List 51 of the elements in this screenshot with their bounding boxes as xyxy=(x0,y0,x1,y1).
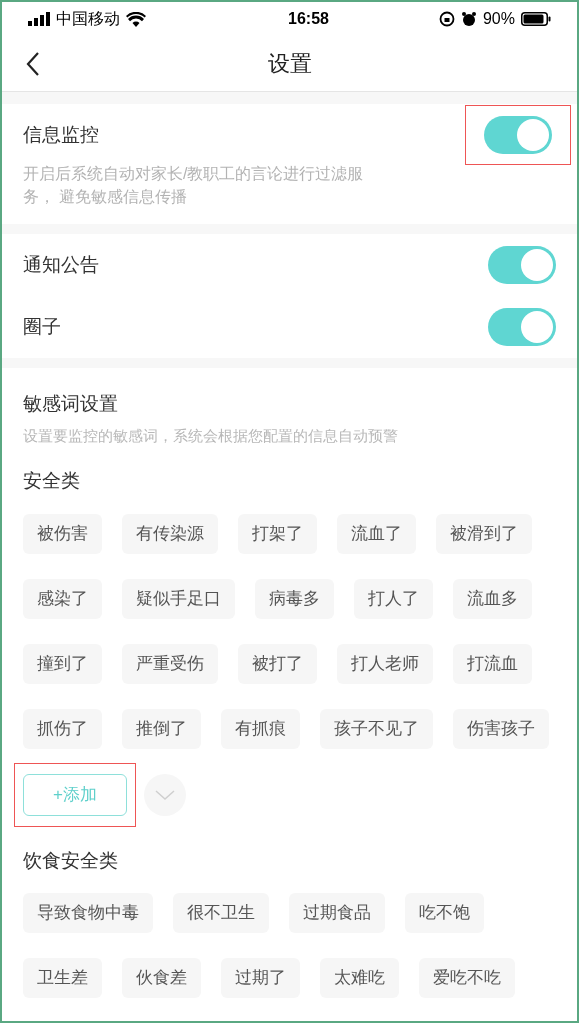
keyword-tag[interactable]: 流血了 xyxy=(337,513,416,554)
setting-label: 通知公告 xyxy=(23,252,99,277)
clock-time: 16:58 xyxy=(288,9,329,29)
keyword-tag[interactable]: 导致食物中毒 xyxy=(23,893,153,933)
keyword-tag[interactable]: 太难吃 xyxy=(320,958,399,998)
rotation-lock-icon xyxy=(438,11,455,27)
keyword-tag[interactable]: 严重受伤 xyxy=(122,643,218,684)
keyword-tag[interactable]: 被伤害 xyxy=(23,513,102,554)
setting-label: 圈子 xyxy=(23,314,61,339)
toggle-switch[interactable] xyxy=(488,246,556,284)
keyword-tag[interactable]: 打流血 xyxy=(453,643,532,684)
keyword-tag[interactable]: 过期食品 xyxy=(289,893,385,933)
keyword-tag[interactable]: 流血多 xyxy=(453,578,532,619)
keyword-tag[interactable]: 很不卫生 xyxy=(173,893,269,933)
keyword-tag[interactable]: 过期了 xyxy=(221,958,300,998)
expand-chevron-icon[interactable] xyxy=(144,773,186,816)
keyword-tag[interactable]: 抓伤了 xyxy=(23,708,102,749)
section-description: 设置要监控的敏感词，系统会根据您配置的信息自动预警 xyxy=(23,425,399,446)
keyword-tag[interactable]: 吃不饱 xyxy=(405,893,484,933)
keyword-tag[interactable]: 有抓痕 xyxy=(221,708,300,749)
keyword-tag[interactable]: 伙食差 xyxy=(122,958,201,998)
toggle-switch[interactable] xyxy=(484,116,552,154)
back-icon[interactable] xyxy=(26,50,40,77)
keyword-tag[interactable]: 打人了 xyxy=(354,578,433,619)
alarm-icon xyxy=(460,11,477,27)
keyword-tag[interactable]: 卫生差 xyxy=(23,958,102,998)
category-title: 饮食安全类 xyxy=(23,848,119,873)
category-title: 安全类 xyxy=(23,469,81,493)
keyword-tag[interactable]: 推倒了 xyxy=(122,708,201,749)
setting-description: 开启后系统自动对家长/教职工的言论进行过滤服务， 避免敏感信息传播 xyxy=(23,164,365,207)
keyword-tag[interactable]: 感染了 xyxy=(23,578,102,619)
keyword-tag[interactable]: 孩子不见了 xyxy=(320,708,433,749)
battery-icon xyxy=(521,12,551,26)
keyword-tag[interactable]: 疑似手足口 xyxy=(122,578,235,619)
keyword-tag[interactable]: 有传染源 xyxy=(122,513,218,554)
signal-icon xyxy=(28,12,50,26)
keyword-tag[interactable]: 爱吃不吃 xyxy=(419,958,515,998)
page-title: 设置 xyxy=(267,50,312,78)
toggle-switch[interactable] xyxy=(488,308,556,346)
keyword-tag[interactable]: 打架了 xyxy=(238,513,317,554)
carrier-name: 中国移动 xyxy=(56,9,120,29)
keyword-tag[interactable]: 打人老师 xyxy=(337,643,433,684)
keyword-tag[interactable]: 伤害孩子 xyxy=(453,708,549,749)
keyword-tag[interactable]: 被滑到了 xyxy=(436,513,532,554)
section-title: 敏感词设置 xyxy=(23,392,119,416)
keyword-tag[interactable]: 病毒多 xyxy=(255,578,334,619)
wifi-icon xyxy=(126,11,146,27)
battery-percent: 90% xyxy=(482,9,515,29)
keyword-tag[interactable]: 被打了 xyxy=(238,643,317,684)
setting-label: 信息监控 xyxy=(23,122,99,147)
keyword-tag[interactable]: 撞到了 xyxy=(23,643,102,684)
